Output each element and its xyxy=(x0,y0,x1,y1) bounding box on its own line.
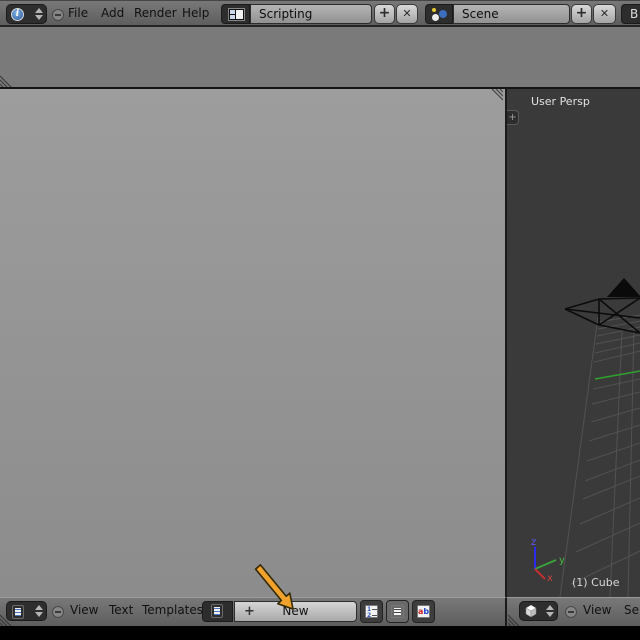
add-layout-button[interactable]: + xyxy=(374,4,395,24)
cube-dark-face xyxy=(607,278,640,297)
scene-icon xyxy=(431,7,448,22)
menu-templates[interactable]: Templates xyxy=(142,598,203,623)
plus-icon: + xyxy=(378,5,391,21)
axis-z-label: z xyxy=(531,537,536,548)
syntax-highlight-toggle[interactable]: ab xyxy=(412,600,435,623)
menu-select-3d[interactable]: Select xyxy=(624,598,640,623)
menu-view-3d[interactable]: View xyxy=(583,598,611,623)
new-button-label: New xyxy=(282,604,309,618)
render-engine-button[interactable]: B xyxy=(621,4,640,24)
menu-render[interactable]: Render xyxy=(134,1,177,25)
window-footer-strip xyxy=(0,626,640,640)
close-scene-button[interactable]: ✕ xyxy=(593,4,616,24)
scene-browse-button[interactable] xyxy=(425,4,453,24)
info-header: i File Add Render Help Scripting + ✕ Sce… xyxy=(0,0,640,27)
editor-type-selector-3dview[interactable] xyxy=(519,601,558,621)
menu-text[interactable]: Text xyxy=(109,598,133,623)
collapse-menus-icon[interactable] xyxy=(52,606,64,618)
browse-text-button[interactable] xyxy=(202,601,233,622)
add-scene-button[interactable]: + xyxy=(571,4,592,24)
spinner-arrows-icon[interactable] xyxy=(546,605,554,617)
word-wrap-toggle[interactable] xyxy=(386,600,409,623)
editor-type-selector-text[interactable] xyxy=(6,601,47,621)
line-numbers-toggle[interactable]: 1 2 xyxy=(360,600,383,623)
syntax-highlight-icon: ab xyxy=(417,605,430,618)
line-numbers-icon: 1 2 xyxy=(365,605,378,619)
spinner-arrows-icon[interactable] xyxy=(35,605,43,617)
spinner-arrows-icon[interactable] xyxy=(35,8,43,20)
screen-layout-name-field[interactable]: Scripting xyxy=(250,4,372,24)
close-icon: ✕ xyxy=(599,7,610,20)
scene-name-field[interactable]: Scene xyxy=(453,4,570,24)
axis-x-label: x xyxy=(547,573,553,584)
viewport-scene: z y x xyxy=(531,278,640,597)
text-editor-header: View Text Templates + New 1 2 ab xyxy=(0,597,507,626)
word-wrap-icon xyxy=(391,605,404,618)
info-log-area[interactable] xyxy=(0,27,640,89)
viewport-object-info: (1) Cube xyxy=(572,576,620,589)
viewport-header: View Select xyxy=(507,597,640,626)
viewport-grid xyxy=(559,314,640,597)
axis-y-label: y xyxy=(559,555,565,566)
main-row: User Persp + z y x (1) Cube xyxy=(0,89,640,597)
screen-layout-icon xyxy=(228,8,245,21)
new-text-button[interactable]: + New xyxy=(234,601,357,622)
line-number-glyph: 2 xyxy=(367,612,372,619)
blender-window: i File Add Render Help Scripting + ✕ Sce… xyxy=(0,0,640,640)
collapse-menus-icon[interactable] xyxy=(52,9,64,21)
editor-type-selector-info[interactable]: i xyxy=(6,4,47,24)
menu-view[interactable]: View xyxy=(70,598,98,623)
area-resize-grip-icon[interactable] xyxy=(0,73,14,87)
cube-icon xyxy=(525,604,537,618)
area-resize-grip-icon[interactable] xyxy=(489,89,503,103)
close-layout-button[interactable]: ✕ xyxy=(396,4,418,24)
text-file-icon xyxy=(12,605,24,619)
menu-add[interactable]: Add xyxy=(101,1,124,25)
syntax-b-glyph: b xyxy=(423,607,430,616)
screen-layout-button[interactable] xyxy=(221,4,250,24)
info-icon: i xyxy=(11,8,24,21)
collapse-menus-icon[interactable] xyxy=(565,606,577,618)
text-file-icon xyxy=(211,604,223,618)
text-editor-canvas[interactable] xyxy=(0,89,507,597)
menu-help[interactable]: Help xyxy=(182,1,209,25)
viewport-canvas[interactable]: User Persp + z y x (1) Cube xyxy=(507,89,640,597)
plus-icon: + xyxy=(575,5,588,21)
close-icon: ✕ xyxy=(402,7,412,20)
menu-file[interactable]: File xyxy=(68,1,88,25)
